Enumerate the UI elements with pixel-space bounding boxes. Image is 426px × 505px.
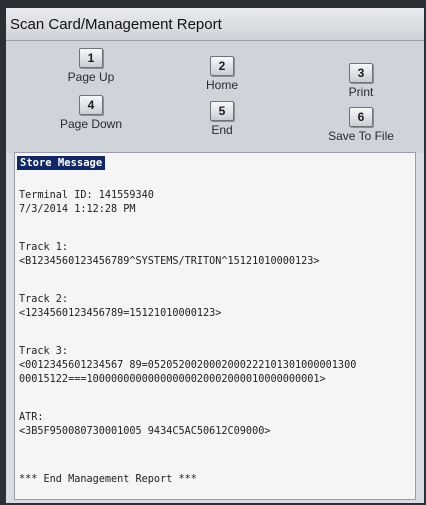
end-button[interactable]: 5 End xyxy=(167,101,277,147)
track2-value: <1234560123456789=15121010000123> xyxy=(19,308,222,319)
key-label: Page Down xyxy=(59,117,123,131)
key-label: Print xyxy=(348,85,374,99)
window-title: Scan Card/Management Report xyxy=(10,16,222,33)
title-bar: Scan Card/Management Report xyxy=(6,8,424,41)
store-message-header: Store Message xyxy=(17,156,106,170)
print-button[interactable]: 3 Print xyxy=(306,63,416,109)
key-number: 4 xyxy=(79,95,103,115)
key-number: 3 xyxy=(349,63,373,83)
datetime-text: 7/3/2014 1:12:28 PM xyxy=(19,204,136,215)
key-number: 2 xyxy=(210,56,234,76)
atr-label: ATR: xyxy=(19,412,44,423)
track1-label: Track 1: xyxy=(19,242,69,253)
function-keypad: 1 Page Up 2 Home 3 Print 4 Page Down 5 E… xyxy=(6,41,424,153)
page-down-button[interactable]: 4 Page Down xyxy=(36,95,146,141)
report-panel[interactable]: Store Message Terminal ID: 141559340 7/3… xyxy=(14,152,416,500)
key-label: Page Up xyxy=(67,70,115,84)
page-up-button[interactable]: 1 Page Up xyxy=(36,48,146,94)
key-number: 5 xyxy=(210,101,234,121)
end-report-footer: *** End Management Report *** xyxy=(19,474,197,485)
save-to-file-button[interactable]: 6 Save To File xyxy=(306,107,416,153)
key-label: Save To File xyxy=(328,129,394,143)
track1-value: <B1234560123456789^SYSTEMS/TRITON^151210… xyxy=(19,256,320,267)
track3-label: Track 3: xyxy=(19,346,69,357)
key-number: 1 xyxy=(79,48,103,68)
key-label: Home xyxy=(205,78,238,92)
report-screen: Scan Card/Management Report 1 Page Up 2 … xyxy=(6,8,424,503)
key-number: 6 xyxy=(349,107,373,127)
key-label: End xyxy=(211,123,233,137)
atr-value: <3B5F950080730001005 9434C5AC50612C09000… xyxy=(19,426,271,437)
home-button[interactable]: 2 Home xyxy=(167,56,277,102)
track3-value-line1: <0012345601234567 89=0520520020002000222… xyxy=(19,360,357,371)
terminal-id-text: Terminal ID: 141559340 xyxy=(19,190,154,201)
track3-value-line2: 00015122===10000000000000000020002000010… xyxy=(19,374,326,385)
track2-label: Track 2: xyxy=(19,294,69,305)
